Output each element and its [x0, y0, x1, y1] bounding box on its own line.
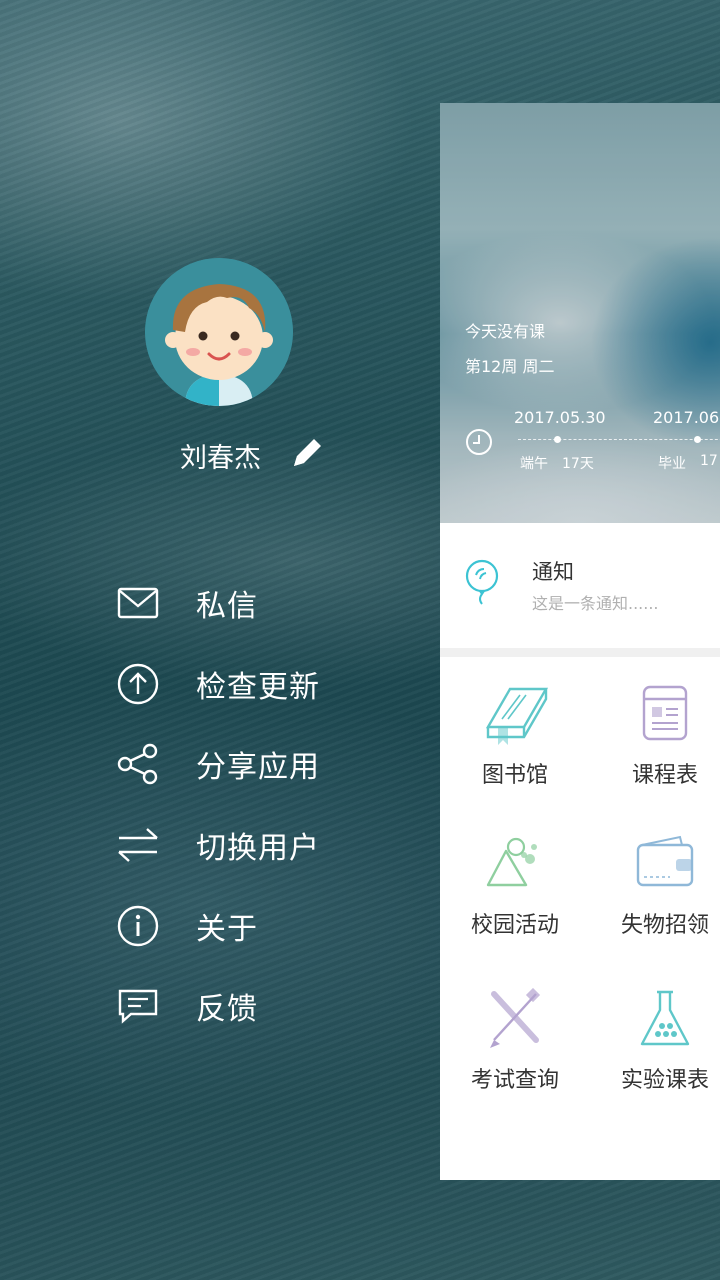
- today-status: 今天没有课: [465, 322, 546, 341]
- grid-campus-activity[interactable]: 校园活动: [440, 833, 590, 939]
- grid-label: 图书馆: [481, 763, 548, 788]
- activity-icon: [480, 833, 550, 897]
- menu-item-about[interactable]: 关于: [116, 901, 416, 951]
- divider: [440, 648, 720, 657]
- avatar[interactable]: [145, 258, 293, 406]
- timeline-event: 毕业: [658, 456, 686, 472]
- timeline-dot: [554, 436, 561, 443]
- menu-item-check-update[interactable]: 检查更新: [116, 659, 416, 709]
- menu-label: 私信: [196, 589, 258, 624]
- timeline-event: 端午: [520, 456, 548, 472]
- menu-item-private-message[interactable]: 私信: [116, 578, 416, 628]
- exam-icon: [480, 987, 550, 1052]
- upload-icon: [116, 662, 160, 706]
- menu-item-feedback[interactable]: 反馈: [116, 981, 416, 1031]
- grid-lost-found[interactable]: 失物招领: [590, 833, 720, 939]
- wallet-icon: [630, 833, 700, 897]
- grid-label: 实验课表: [620, 1068, 709, 1093]
- grid-label: 校园活动: [470, 913, 559, 938]
- grid-label: 考试查询: [470, 1068, 559, 1093]
- grid-label: 失物招领: [620, 913, 709, 938]
- notice-row[interactable]: 通知 这是一条通知......: [440, 523, 720, 648]
- grid-exam-query[interactable]: 考试查询: [440, 987, 590, 1094]
- timeline-date: 2017.06.: [653, 408, 720, 427]
- grid-lab-schedule[interactable]: 实验课表: [590, 988, 720, 1094]
- timeline-line: [518, 439, 720, 440]
- main-panel[interactable]: 今天没有课 第12周 周二 2017.05.30 2017.06. 端午 17天…: [440, 103, 720, 1180]
- notice-description: 这是一条通知......: [532, 594, 659, 613]
- menu-label: 反馈: [196, 992, 258, 1027]
- username: 刘春杰: [180, 443, 261, 474]
- switch-icon: [116, 823, 160, 867]
- schedule-icon: [630, 683, 700, 747]
- book-icon: [480, 683, 550, 747]
- grid-label: 课程表: [631, 763, 698, 788]
- grid-schedule[interactable]: 课程表: [590, 683, 720, 789]
- timeline-dot: [694, 436, 701, 443]
- timeline-date: 2017.05.30: [514, 408, 606, 427]
- share-icon: [116, 742, 160, 786]
- menu-label: 检查更新: [196, 670, 320, 705]
- week-info: 第12周 周二: [465, 357, 555, 376]
- edit-pencil-icon[interactable]: [288, 434, 326, 470]
- mail-icon: [116, 581, 160, 625]
- flask-icon: [630, 988, 700, 1052]
- timeline-days: 17天: [562, 456, 594, 472]
- notice-title: 通知: [532, 560, 574, 584]
- grid-library[interactable]: 图书馆: [440, 683, 590, 789]
- menu-item-switch-user[interactable]: 切换用户: [116, 820, 416, 870]
- menu-label: 切换用户: [196, 831, 320, 866]
- menu-label: 分享应用: [196, 750, 320, 785]
- menu-label: 关于: [196, 912, 258, 947]
- boy-avatar-icon: [145, 258, 293, 406]
- message-icon: [116, 984, 160, 1028]
- balloon-icon: [462, 558, 502, 606]
- timeline-days: 17: [700, 453, 718, 469]
- info-icon: [116, 904, 160, 948]
- menu-item-share-app[interactable]: 分享应用: [116, 739, 416, 789]
- clock-icon: [465, 428, 493, 456]
